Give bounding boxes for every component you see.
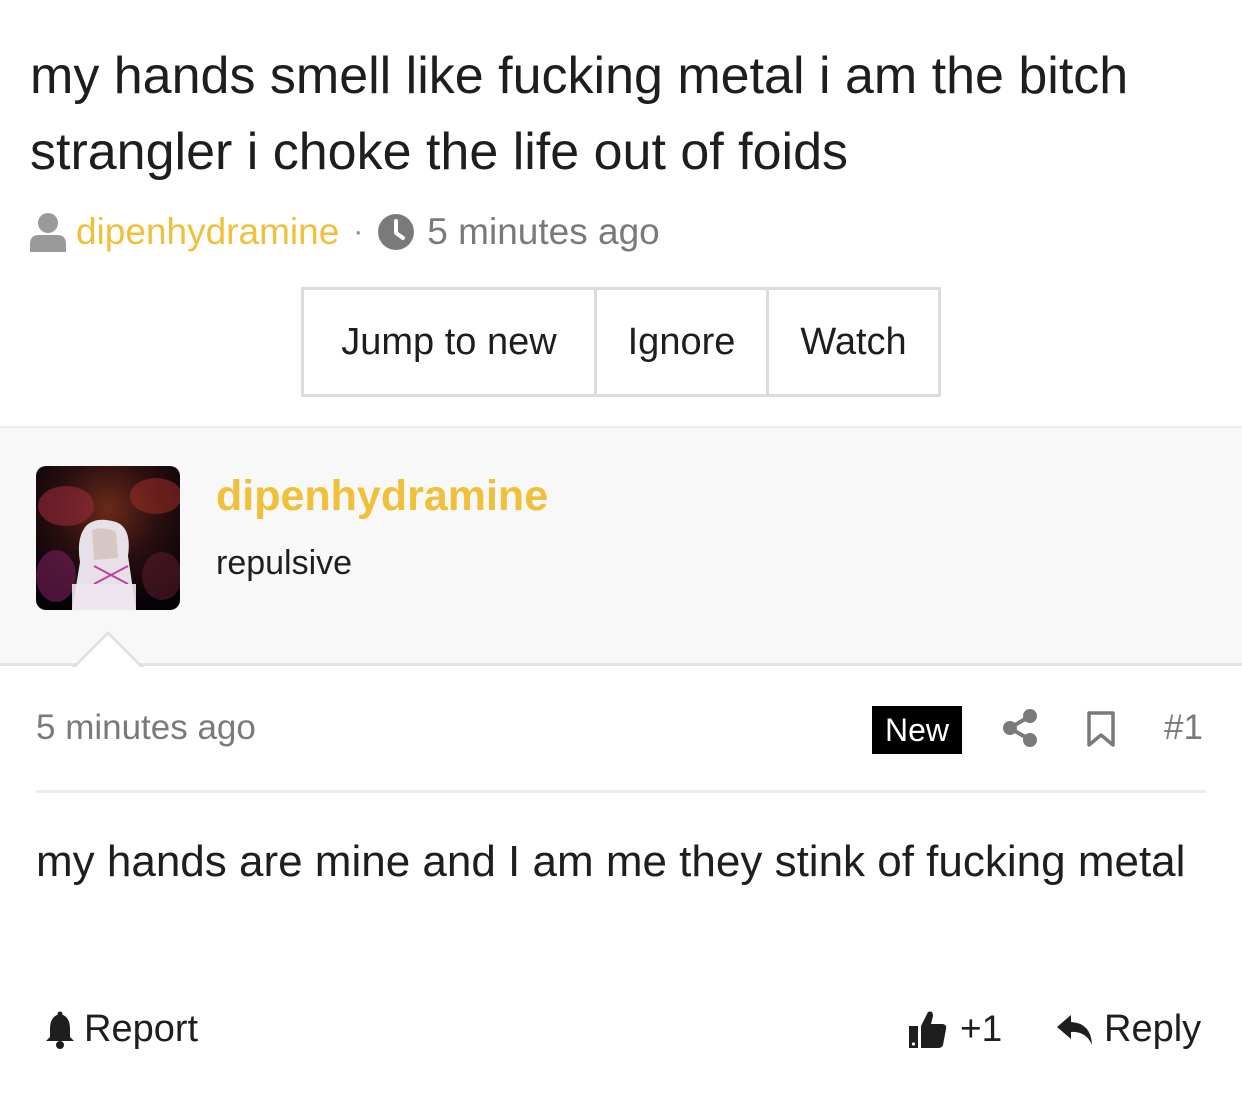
thread-page: my hands smell like fucking metal i am t…	[0, 0, 1242, 1104]
watch-button[interactable]: Watch	[766, 290, 938, 394]
share-icon[interactable]	[1002, 708, 1038, 748]
bookmark-icon[interactable]	[1086, 710, 1116, 748]
post-author-header: dipenhydramine repulsive	[0, 426, 1242, 666]
post-index-link[interactable]: #1	[1164, 708, 1203, 748]
thumbs-up-icon	[909, 1011, 947, 1048]
post-time[interactable]: 5 minutes ago	[36, 708, 256, 748]
report-label: Report	[84, 1008, 199, 1050]
vote-count: +1	[960, 1008, 1003, 1049]
thread-title: my hands smell like fucking metal i am t…	[30, 47, 1129, 181]
thread-time: 5 minutes ago	[427, 211, 660, 252]
new-badge: New	[872, 706, 962, 754]
user-icon	[30, 213, 66, 252]
bell-icon	[46, 1011, 74, 1049]
reply-icon	[1057, 1014, 1092, 1045]
ignore-button[interactable]: Ignore	[594, 290, 766, 394]
post-author-link[interactable]: dipenhydramine	[216, 472, 548, 521]
avatar[interactable]	[36, 466, 180, 610]
reply-button[interactable]: Reply	[1056, 1008, 1201, 1051]
post-meta: 5 minutes ago New #1	[36, 700, 1206, 760]
meta-separator: ·	[353, 215, 364, 248]
post-divider	[36, 790, 1206, 793]
thread-meta: dipenhydramine · 5 minutes ago	[30, 206, 660, 258]
post-actions: Report +1 Reply	[36, 1004, 1206, 1060]
thread-actions: Jump to new Ignore Watch	[301, 287, 941, 397]
report-button[interactable]: Report	[44, 1008, 198, 1051]
jump-to-new-button[interactable]: Jump to new	[304, 290, 594, 394]
reply-label: Reply	[1104, 1008, 1202, 1050]
post-author-role: repulsive	[216, 544, 353, 582]
post-body: my hands are mine and I am me they stink…	[36, 837, 1186, 886]
clock-icon	[378, 214, 415, 250]
thread-author-link[interactable]: dipenhydramine	[76, 211, 339, 253]
upvote-button[interactable]: +1	[908, 1008, 1002, 1050]
post-caret-fill	[75, 635, 141, 668]
